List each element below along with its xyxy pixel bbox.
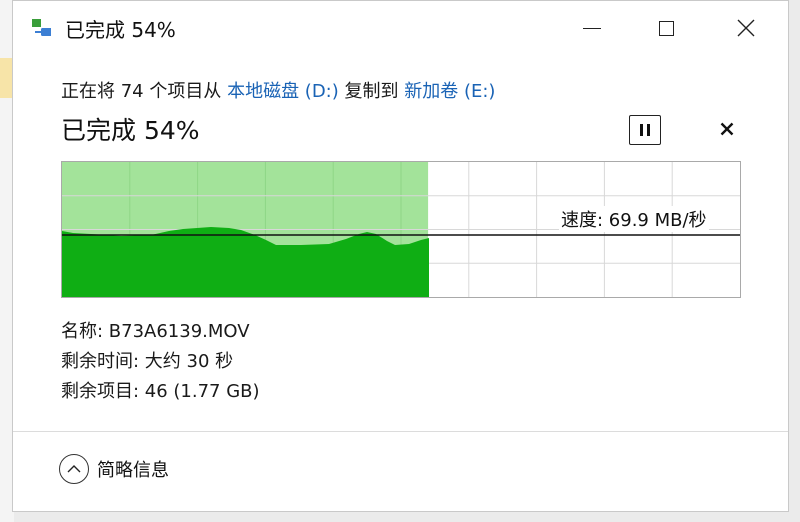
window-title: 已完成 54% <box>65 18 176 42</box>
transfer-prefix: 正在将 74 个项目从 <box>61 81 228 102</box>
background-folder-highlight <box>0 58 12 98</box>
minimize-button[interactable] <box>569 9 615 47</box>
pause-button[interactable] <box>629 115 661 145</box>
fewer-details-button[interactable]: 简略信息 <box>59 454 169 484</box>
copy-arrow-icon <box>32 19 51 36</box>
footer-divider <box>13 431 788 432</box>
maximize-button[interactable] <box>643 9 689 47</box>
pause-icon <box>640 124 643 136</box>
file-copy-dialog: 已完成 54% 正在将 74 个项目从 本地磁盘 (D:) 复制到 新加卷 (E… <box>12 0 789 512</box>
progress-title: 已完成 54% <box>61 116 200 145</box>
time-remaining: 剩余时间: 大约 30 秒 <box>61 351 234 372</box>
chevron-up-icon <box>59 454 89 484</box>
fewer-details-label: 简略信息 <box>97 460 169 481</box>
minimize-icon <box>583 27 601 29</box>
cancel-button[interactable] <box>715 114 739 144</box>
transfer-middle: 复制到 <box>338 81 405 102</box>
details-section: 名称: B73A6139.MOV 剩余时间: 大约 30 秒 剩余项目: 46 … <box>61 317 260 407</box>
speed-label: 速度: 69.9 MB/秒 <box>559 206 709 232</box>
title-bar: 已完成 54% <box>13 1 788 55</box>
source-drive-link[interactable]: 本地磁盘 (D:) <box>227 81 339 102</box>
close-button[interactable] <box>723 9 769 47</box>
speed-area <box>62 227 429 297</box>
items-remaining: 剩余项目: 46 (1.77 GB) <box>61 381 260 402</box>
file-name: 名称: B73A6139.MOV <box>61 321 250 342</box>
destination-drive-link[interactable]: 新加卷 (E:) <box>404 81 495 102</box>
transfer-description: 正在将 74 个项目从 本地磁盘 (D:) 复制到 新加卷 (E:) <box>61 77 495 103</box>
maximize-icon <box>658 20 674 36</box>
cancel-icon <box>720 122 734 136</box>
close-icon <box>737 19 755 37</box>
